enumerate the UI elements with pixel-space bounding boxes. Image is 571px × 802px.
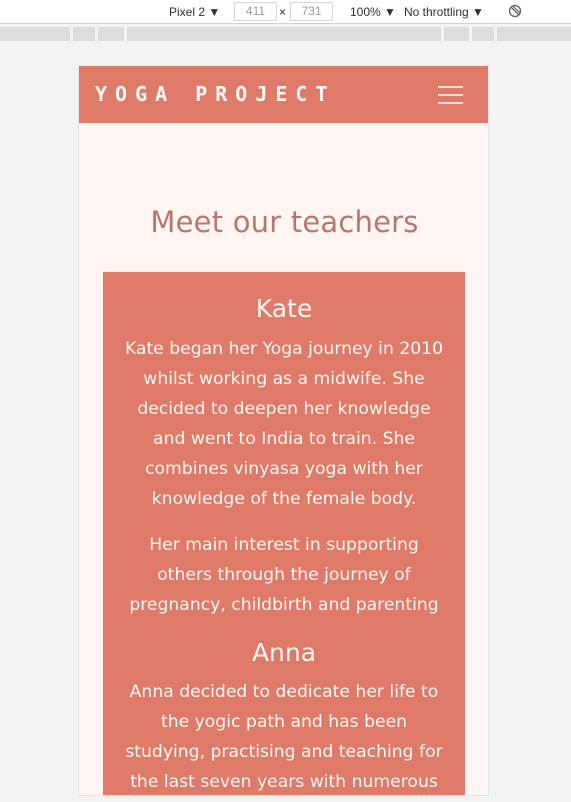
zoom-select[interactable]: 100% ▼ [350,4,396,20]
device-select[interactable]: Pixel 2 ▼ [169,4,220,20]
throttling-select[interactable]: No throttling ▼ [404,4,484,20]
teacher-bio: Anna decided to dedicate her life to the… [125,682,443,792]
ruler-segment[interactable] [127,27,441,41]
navbar: YOGA PROJECT [79,66,488,123]
ruler-segment[interactable] [98,27,124,41]
ruler-segment[interactable] [73,27,95,41]
teacher-name: Anna [251,638,317,667]
brand-logo[interactable]: YOGA PROJECT [95,79,336,109]
media-query-ruler[interactable] [0,25,571,43]
dimension-separator: × [279,5,287,19]
hamburger-menu-icon[interactable] [426,80,474,110]
ruler-segment[interactable] [0,27,70,41]
ruler-segment[interactable] [497,27,571,41]
teacher-bio: Kate began her Yoga journey in 2010 whil… [124,339,444,509]
teacher-bio: Her main interest in supporting others t… [129,535,439,615]
viewport-width-input[interactable]: 411 [234,2,277,21]
teacher-name: Kate [255,294,313,323]
device-viewport: YOGA PROJECT Meet our teachers Kate Kate… [78,65,489,796]
ruler-segment[interactable] [444,27,469,41]
page-title: Meet our teachers [150,205,419,239]
viewport-height-input[interactable]: 731 [290,2,333,21]
ruler-segment[interactable] [472,27,494,41]
rotate-icon[interactable] [508,4,522,18]
devtools-device-toolbar: Pixel 2 ▼ 411 × 731 100% ▼ No throttling… [0,0,571,24]
teachers-card: Kate Kate began her Yoga journey in 2010… [103,272,465,795]
